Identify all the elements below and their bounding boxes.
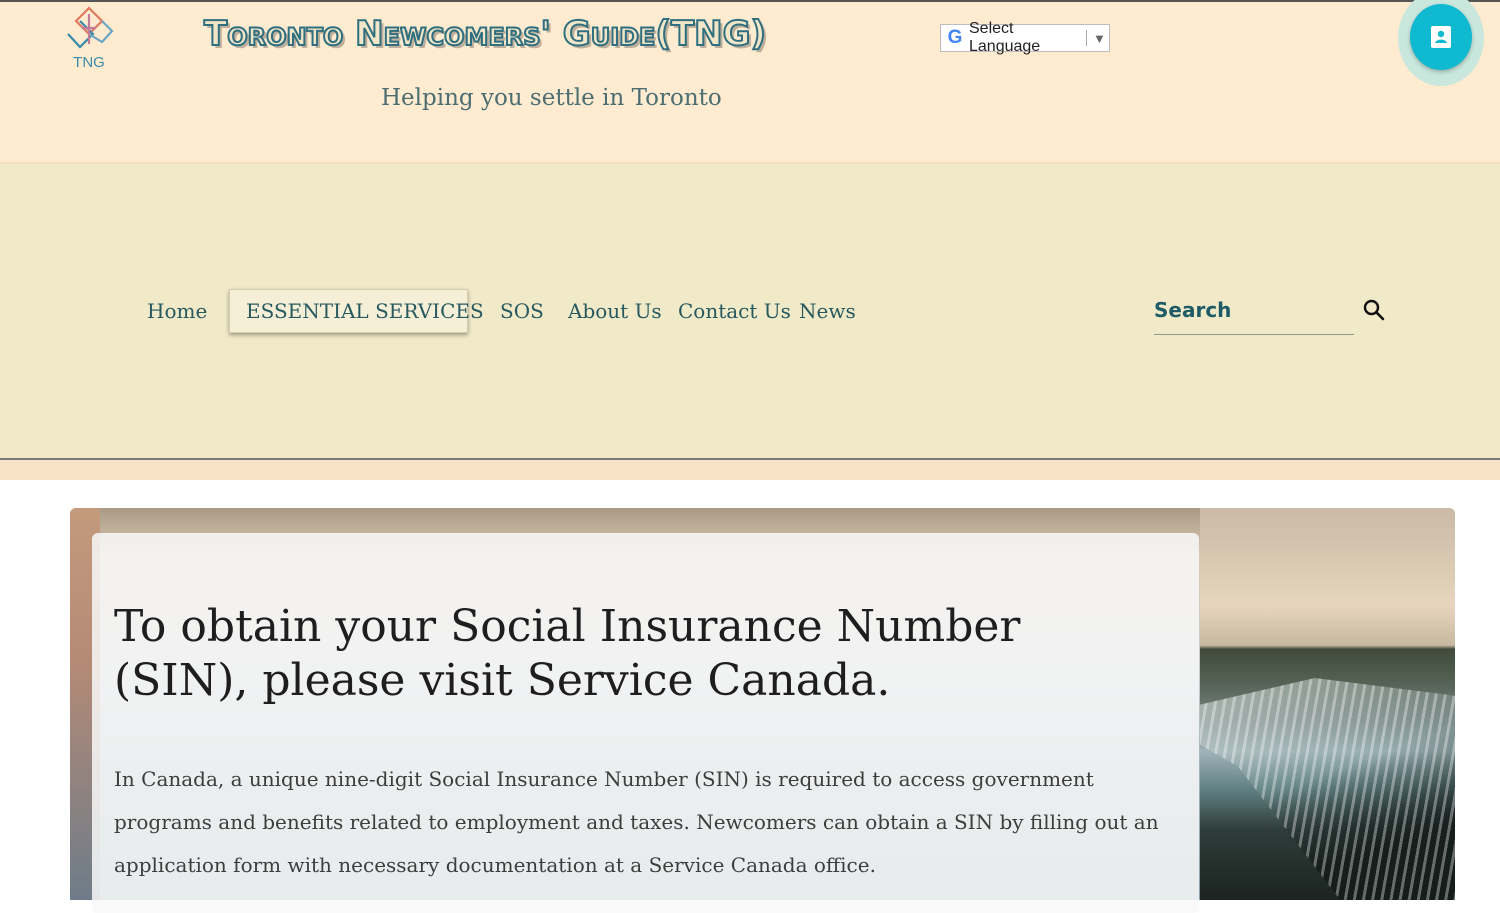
- search-input[interactable]: [1154, 292, 1344, 328]
- search-icon[interactable]: [1362, 298, 1386, 322]
- site-logo[interactable]: TNG: [64, 6, 114, 74]
- nav-item-home[interactable]: Home: [147, 290, 207, 332]
- site-header: TNG Toronto Newcomers' Guide(TNG) Helpin…: [0, 0, 1500, 162]
- google-icon: G: [947, 27, 963, 48]
- site-title[interactable]: Toronto Newcomers' Guide(TNG): [203, 13, 767, 60]
- nav-item-essential-services[interactable]: ESSENTIAL SERVICES: [229, 289, 484, 333]
- language-selector-label: Select Language: [969, 20, 1041, 55]
- nav-item-sos[interactable]: SOS: [500, 290, 544, 332]
- main-nav: Home ESSENTIAL SERVICES SOS About Us Con…: [0, 289, 1100, 333]
- tng-logo-icon: [67, 6, 114, 49]
- hero-title: To obtain your Social Insurance Number (…: [114, 601, 1021, 706]
- nav-item-news[interactable]: News: [799, 290, 856, 332]
- nav-item-contact-us[interactable]: Contact Us: [678, 290, 791, 332]
- dropdown-arrow-icon: ▼: [1093, 30, 1106, 46]
- language-selector[interactable]: G Select Language ▼: [940, 20, 1110, 55]
- site-tagline: Helping you settle in Toronto: [381, 85, 722, 111]
- divider: [1086, 30, 1087, 46]
- contact-card-icon: [1431, 26, 1451, 48]
- navigation-band-border: [0, 458, 1500, 480]
- hero-body-text: In Canada, a unique nine-digit Social In…: [114, 767, 1159, 877]
- search-box: [1154, 292, 1354, 335]
- logo-text: TNG: [73, 54, 105, 71]
- nav-item-about-us[interactable]: About Us: [568, 290, 662, 332]
- contact-card-button[interactable]: [1410, 4, 1472, 70]
